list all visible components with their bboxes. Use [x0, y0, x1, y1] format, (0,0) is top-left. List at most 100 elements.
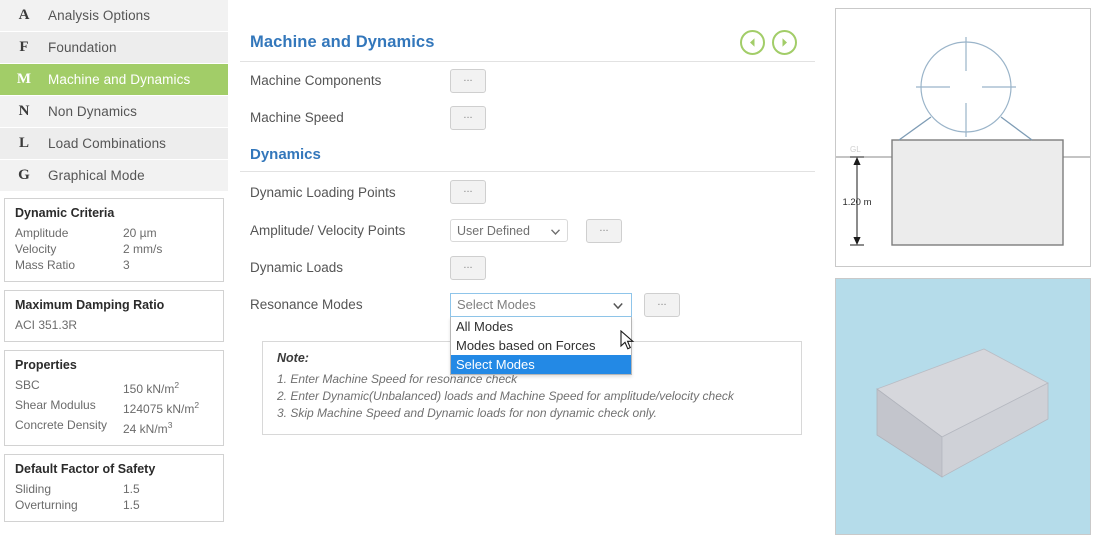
sidebar-item-label: Non Dynamics — [48, 104, 137, 119]
svg-text:1.20 m: 1.20 m — [842, 197, 871, 208]
note-line: 3. Skip Machine Speed and Dynamic loads … — [277, 406, 657, 420]
row-dynamic-loading-points: Dynamic Loading Points ... — [250, 172, 815, 212]
wizard-nav — [740, 30, 797, 55]
card-row-key: Overturning — [15, 498, 78, 512]
sidebar-item-label: Graphical Mode — [48, 168, 145, 183]
main-panel: Machine and Dynamics Machine Components … — [240, 0, 825, 541]
card-default-factor-of-safety: Default Factor of Safety Sliding 1.5 Ove… — [4, 454, 224, 522]
card-row: Amplitude 20 µm — [15, 225, 213, 241]
card-row-key: Concrete Density — [15, 418, 108, 432]
row-resonance-modes: Resonance Modes Select Modes All Modes M… — [250, 286, 815, 375]
page-title: Machine and Dynamics — [250, 33, 435, 51]
sidebar-nav: A Analysis Options F Foundation M Machin… — [0, 0, 228, 192]
sidebar-item-label: Load Combinations — [48, 136, 167, 151]
note-line: 2. Enter Dynamic(Unbalanced) loads and M… — [277, 389, 734, 403]
sidebar-info-cards: Dynamic Criteria Amplitude 20 µm Velocit… — [0, 192, 228, 522]
card-row: Concrete Density 24 kN/m3 — [15, 417, 213, 437]
sidebar-item-foundation[interactable]: F Foundation — [0, 32, 228, 64]
sidebar-key-m: M — [16, 71, 32, 87]
field-label: Machine Components — [250, 73, 382, 88]
dropdown-option-select-modes[interactable]: Select Modes — [451, 354, 631, 374]
dynamic-loads-browse-button[interactable]: ... — [450, 255, 486, 280]
subsection-title-dynamics: Dynamics — [240, 136, 815, 172]
field-label: Amplitude/ Velocity Points — [250, 223, 406, 238]
card-row: Shear Modulus 124075 kN/m2 — [15, 397, 213, 417]
card-row-key: Sliding — [15, 482, 52, 496]
combobox-value: Select Modes — [457, 297, 536, 312]
card-row-value: 20 µm — [123, 226, 157, 240]
chevron-down-icon — [550, 224, 561, 238]
card-row: SBC 150 kN/m2 — [15, 377, 213, 397]
resonance-modes-combobox-wrapper: Select Modes All Modes Modes based on Fo… — [450, 292, 644, 375]
dynamic-loading-points-browse-button[interactable]: ... — [450, 180, 486, 204]
elevation-view[interactable]: 1.20 m GL — [835, 8, 1091, 267]
sidebar-key-a: A — [18, 7, 30, 23]
resonance-modes-browse-button[interactable]: ... — [644, 292, 680, 317]
row-dynamic-loads: Dynamic Loads ... — [250, 249, 815, 286]
card-row-key: ACI 351.3R — [15, 318, 78, 332]
row-amplitude-velocity-points: Amplitude/ Velocity Points User Defined … — [250, 212, 815, 249]
section-header: Machine and Dynamics — [240, 0, 815, 62]
card-dynamic-criteria: Dynamic Criteria Amplitude 20 µm Velocit… — [4, 198, 224, 282]
card-row-value: 124075 kN/m2 — [123, 400, 200, 416]
previous-step-button[interactable] — [740, 30, 765, 55]
sidebar-key-g: G — [18, 167, 30, 183]
card-row-value: 2 mm/s — [123, 242, 163, 256]
dropdown-option-modes-based-on-forces[interactable]: Modes based on Forces — [451, 336, 631, 355]
sidebar-key-l: L — [18, 135, 29, 151]
sidebar-item-label: Machine and Dynamics — [48, 72, 191, 87]
card-maximum-damping-ratio: Maximum Damping Ratio ACI 351.3R — [4, 290, 224, 342]
next-step-button[interactable] — [772, 30, 797, 55]
dynamics-form: Dynamic Loading Points ... Amplitude/ Ve… — [240, 172, 825, 375]
card-row: ACI 351.3R — [15, 317, 213, 333]
card-title: Properties — [15, 358, 77, 372]
arrow-right-circle-icon — [778, 36, 791, 49]
row-machine-components: Machine Components ... — [250, 62, 815, 99]
sidebar-item-non-dynamics[interactable]: N Non Dynamics — [0, 96, 228, 128]
arrow-left-circle-icon — [746, 36, 759, 49]
amplitude-velocity-points-browse-button[interactable]: ... — [586, 218, 622, 243]
card-row-value: 1.5 — [123, 498, 140, 512]
sidebar-item-label: Foundation — [48, 40, 117, 55]
field-label: Dynamic Loading Points — [250, 184, 396, 200]
view-panels: 1.20 m GL — [835, 0, 1101, 541]
card-row-key: Mass Ratio — [15, 258, 76, 272]
card-row: Overturning 1.5 — [15, 497, 213, 513]
chevron-down-icon — [613, 297, 623, 312]
dropdown-option-all-modes[interactable]: All Modes — [451, 317, 631, 336]
sidebar-item-load-combinations[interactable]: L Load Combinations — [0, 128, 228, 160]
3d-model-view[interactable] — [835, 278, 1091, 535]
card-row-value: 3 — [123, 258, 130, 272]
svg-text:GL: GL — [850, 145, 861, 154]
sidebar-item-label: Analysis Options — [48, 8, 151, 23]
sidebar-item-analysis-options[interactable]: A Analysis Options — [0, 0, 228, 32]
card-row: Sliding 1.5 — [15, 481, 213, 497]
resonance-modes-dropdown-list: All Modes Modes based on Forces Select M… — [450, 316, 632, 375]
field-label: Machine Speed — [250, 110, 344, 125]
resonance-modes-combobox[interactable]: Select Modes — [450, 292, 632, 317]
card-properties: Properties SBC 150 kN/m2 Shear Modulus 1… — [4, 350, 224, 446]
machine-components-browse-button[interactable]: ... — [450, 68, 486, 93]
field-label: Resonance Modes — [250, 297, 363, 312]
card-row-key: Shear Modulus — [15, 398, 96, 412]
field-label: Dynamic Loads — [250, 260, 344, 275]
row-machine-speed: Machine Speed ... — [250, 99, 815, 136]
card-row-value: 150 kN/m2 — [123, 380, 180, 396]
application-window: A Analysis Options F Foundation M Machin… — [0, 0, 1101, 541]
sidebar-item-graphical-mode[interactable]: G Graphical Mode — [0, 160, 228, 192]
card-row-key: Amplitude — [15, 226, 69, 240]
select-value: User Defined — [457, 223, 530, 238]
sidebar-key-f: F — [19, 39, 29, 55]
card-row-value: 24 kN/m3 — [123, 420, 173, 436]
amplitude-velocity-points-select[interactable]: User Defined — [450, 219, 568, 242]
machine-speed-browse-button[interactable]: ... — [450, 105, 486, 130]
card-title: Maximum Damping Ratio — [15, 298, 165, 312]
card-row-value: 1.5 — [123, 482, 140, 496]
card-title: Dynamic Criteria — [15, 206, 115, 220]
card-row: Velocity 2 mm/s — [15, 241, 213, 257]
sidebar: A Analysis Options F Foundation M Machin… — [0, 0, 228, 541]
card-title: Default Factor of Safety — [15, 462, 156, 476]
sidebar-item-machine-and-dynamics[interactable]: M Machine and Dynamics — [0, 64, 228, 96]
sidebar-key-n: N — [18, 103, 30, 119]
card-row-key: Velocity — [15, 242, 57, 256]
